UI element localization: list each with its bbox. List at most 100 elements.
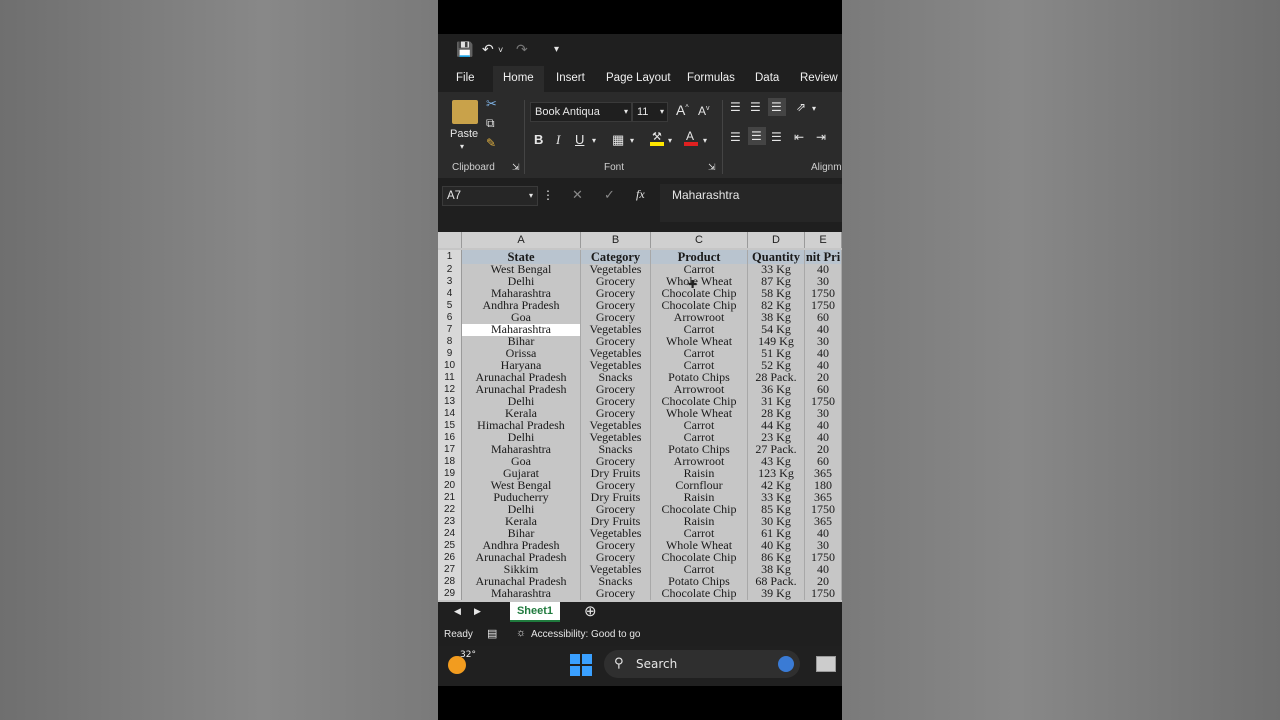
cell[interactable]: Chocolate Chip bbox=[651, 552, 748, 564]
scroll-right-icon[interactable]: ▶ bbox=[474, 606, 481, 617]
tab-file[interactable]: File bbox=[446, 66, 485, 92]
column-header-a[interactable]: A bbox=[462, 232, 581, 248]
cell[interactable]: 27 Pack. bbox=[748, 444, 805, 456]
cell[interactable]: Raisin bbox=[651, 492, 748, 504]
row-header[interactable]: 23 bbox=[438, 516, 462, 528]
italic-button[interactable]: I bbox=[556, 132, 560, 148]
cell[interactable]: 1750 bbox=[805, 396, 842, 408]
column-header-c[interactable]: C bbox=[651, 232, 748, 248]
increase-font-icon[interactable]: A^ bbox=[676, 102, 689, 118]
row-header[interactable]: 21 bbox=[438, 492, 462, 504]
cell[interactable]: 20 bbox=[805, 372, 842, 384]
cell[interactable]: Carrot bbox=[651, 564, 748, 576]
row-header[interactable]: 22 bbox=[438, 504, 462, 516]
cell[interactable]: 40 Kg bbox=[748, 540, 805, 552]
row-header[interactable]: 25 bbox=[438, 540, 462, 552]
insert-function-button[interactable]: fx bbox=[636, 187, 645, 202]
cell[interactable]: 23 Kg bbox=[748, 432, 805, 444]
cell[interactable]: Whole Wheat bbox=[651, 540, 748, 552]
undo-icon[interactable]: ↶ bbox=[482, 41, 494, 58]
more-options-icon[interactable]: ⋮ bbox=[542, 188, 554, 202]
borders-icon[interactable]: ▦ bbox=[612, 132, 624, 148]
cell[interactable]: Grocery bbox=[581, 456, 651, 468]
cell[interactable]: 82 Kg bbox=[748, 300, 805, 312]
row-header[interactable]: 10 bbox=[438, 360, 462, 372]
cell[interactable]: Chocolate Chip bbox=[651, 504, 748, 516]
chevron-down-icon[interactable]: ▾ bbox=[703, 136, 707, 145]
tab-data[interactable]: Data bbox=[745, 66, 789, 92]
cell[interactable]: 38 Kg bbox=[748, 564, 805, 576]
cell[interactable]: Grocery bbox=[581, 396, 651, 408]
cell[interactable]: Carrot bbox=[651, 360, 748, 372]
cell[interactable]: Grocery bbox=[581, 552, 651, 564]
cell[interactable]: Carrot bbox=[651, 264, 748, 276]
row-header[interactable]: 19 bbox=[438, 468, 462, 480]
cell[interactable]: Whole Wheat bbox=[651, 408, 748, 420]
cell[interactable]: Chocolate Chip bbox=[651, 396, 748, 408]
header-cell[interactable]: Category bbox=[581, 250, 651, 264]
cell[interactable]: West Bengal bbox=[462, 480, 581, 492]
cell[interactable]: Chocolate Chip bbox=[651, 588, 748, 600]
header-cell[interactable]: State bbox=[462, 250, 581, 264]
row-header[interactable]: 1 bbox=[438, 250, 462, 264]
cell[interactable]: Himachal Pradesh bbox=[462, 420, 581, 432]
row-header[interactable]: 13 bbox=[438, 396, 462, 408]
cell[interactable]: 28 Kg bbox=[748, 408, 805, 420]
chevron-down-icon[interactable]: ▾ bbox=[630, 136, 634, 145]
undo-dropdown-icon[interactable]: ˅ bbox=[498, 45, 503, 55]
cell[interactable]: 60 bbox=[805, 312, 842, 324]
cell[interactable]: 60 bbox=[805, 384, 842, 396]
cell[interactable]: Vegetables bbox=[581, 420, 651, 432]
cell[interactable]: 30 bbox=[805, 276, 842, 288]
save-icon[interactable]: 💾 bbox=[456, 41, 473, 58]
font-name-select[interactable]: Book Antiqua ▾ bbox=[530, 102, 632, 122]
enter-icon[interactable]: ✓ bbox=[604, 187, 615, 203]
accessibility-icon[interactable]: ☼ bbox=[516, 627, 526, 639]
top-align-icon[interactable]: ☰ bbox=[730, 100, 741, 114]
paste-dropdown-icon[interactable]: ▾ bbox=[460, 142, 464, 151]
cell[interactable]: Snacks bbox=[581, 444, 651, 456]
cell[interactable]: 40 bbox=[805, 348, 842, 360]
cell[interactable]: Snacks bbox=[581, 576, 651, 588]
cell[interactable]: Andhra Pradesh bbox=[462, 540, 581, 552]
cell[interactable]: 40 bbox=[805, 264, 842, 276]
cell[interactable]: Sikkim bbox=[462, 564, 581, 576]
cell[interactable]: Arunachal Pradesh bbox=[462, 372, 581, 384]
cell[interactable]: Maharashtra bbox=[462, 588, 581, 600]
align-left-icon[interactable]: ☰ bbox=[730, 130, 741, 144]
row-header[interactable]: 9 bbox=[438, 348, 462, 360]
header-cell[interactable]: Quantity bbox=[748, 250, 805, 264]
row-header[interactable]: 24 bbox=[438, 528, 462, 540]
increase-indent-icon[interactable]: ⇥ bbox=[816, 130, 826, 144]
cell[interactable]: 54 Kg bbox=[748, 324, 805, 336]
add-sheet-icon[interactable]: ⊕ bbox=[584, 602, 597, 620]
chevron-down-icon[interactable]: ▾ bbox=[592, 136, 596, 145]
cell[interactable]: Vegetables bbox=[581, 348, 651, 360]
decrease-indent-icon[interactable]: ⇤ bbox=[794, 130, 804, 144]
tab-home[interactable]: Home bbox=[493, 66, 544, 94]
row-header[interactable]: 18 bbox=[438, 456, 462, 468]
bold-button[interactable]: B bbox=[534, 132, 543, 147]
cell[interactable]: West Bengal bbox=[462, 264, 581, 276]
cell[interactable]: Gujarat bbox=[462, 468, 581, 480]
cell[interactable]: Snacks bbox=[581, 372, 651, 384]
task-view-icon[interactable] bbox=[816, 656, 836, 672]
cell[interactable]: Grocery bbox=[581, 408, 651, 420]
cell[interactable]: Whole Wheat bbox=[651, 336, 748, 348]
cell[interactable]: 1750 bbox=[805, 288, 842, 300]
row-header[interactable]: 16 bbox=[438, 432, 462, 444]
cell[interactable]: Vegetables bbox=[581, 264, 651, 276]
cell[interactable]: Vegetables bbox=[581, 360, 651, 372]
column-header-e[interactable]: E bbox=[805, 232, 842, 248]
cell[interactable]: Chocolate Chip bbox=[651, 288, 748, 300]
select-all-corner[interactable] bbox=[438, 232, 462, 248]
middle-align-icon[interactable]: ☰ bbox=[750, 100, 761, 114]
cell[interactable]: 42 Kg bbox=[748, 480, 805, 492]
cell[interactable]: 51 Kg bbox=[748, 348, 805, 360]
redo-icon[interactable]: ↷ bbox=[516, 41, 528, 58]
bottom-align-button[interactable]: ☰ bbox=[768, 98, 786, 116]
cell[interactable]: Carrot bbox=[651, 528, 748, 540]
cell[interactable]: 40 bbox=[805, 432, 842, 444]
cell[interactable]: 1750 bbox=[805, 504, 842, 516]
row-header[interactable]: 2 bbox=[438, 264, 462, 276]
